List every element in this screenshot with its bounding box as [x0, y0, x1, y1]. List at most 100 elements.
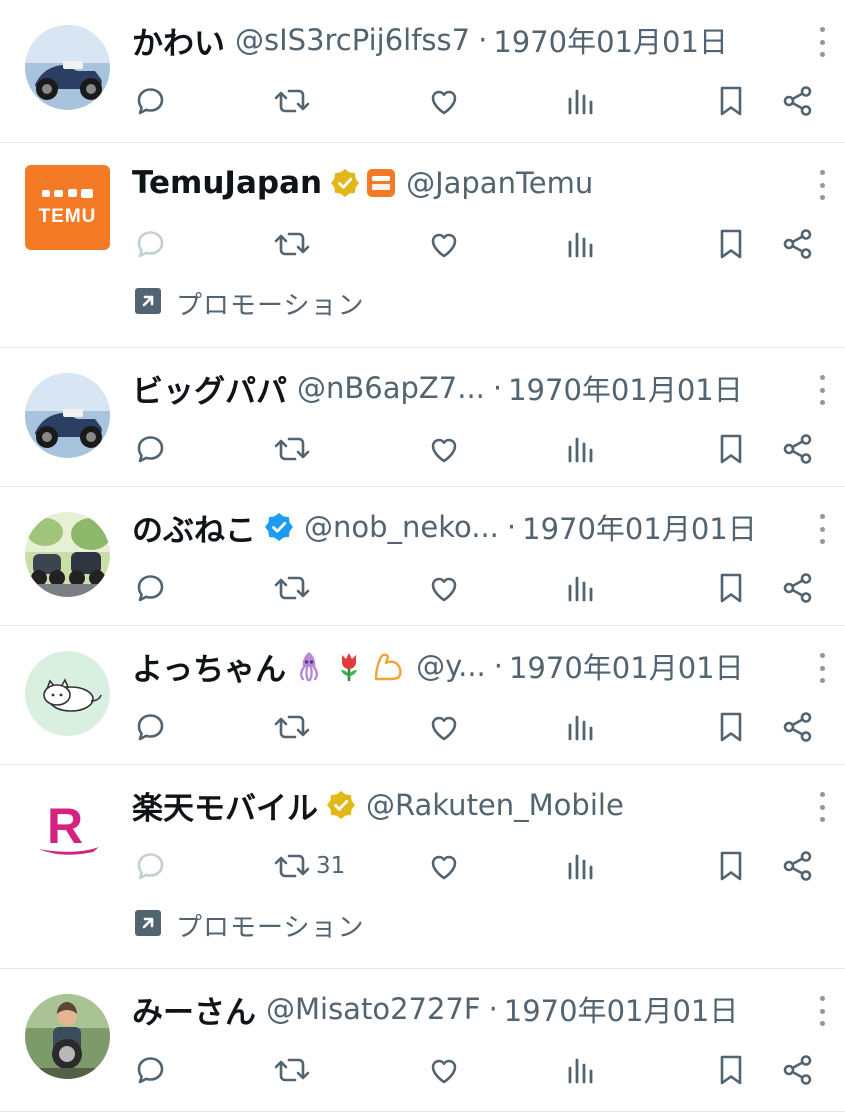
bookmark-button[interactable] — [714, 222, 748, 266]
views-button[interactable] — [564, 427, 598, 471]
tweet-item[interactable]: ビッグパパ @nB6apZ7... · 1970年01月01日 — [0, 348, 845, 487]
tweet-item[interactable]: R 楽天モバイル @Rakuten_Mobile 31 プロモーション — [0, 765, 845, 969]
views-button[interactable] — [564, 222, 598, 266]
reply-button[interactable] — [132, 79, 168, 123]
tweet-date[interactable]: 1970年01月01日 — [522, 506, 757, 548]
like-button[interactable] — [426, 844, 462, 888]
bookmark-button[interactable] — [714, 79, 748, 123]
like-button[interactable] — [426, 222, 462, 266]
share-icon — [780, 83, 816, 119]
share-icon — [780, 570, 816, 606]
views-button[interactable] — [564, 566, 598, 610]
share-button[interactable] — [780, 427, 816, 471]
tweet-item[interactable]: かわい @sIS3rcPij6lfss7 · 1970年01月01日 — [0, 0, 845, 143]
more-options-icon[interactable] — [815, 653, 829, 683]
retweet-button[interactable] — [272, 566, 312, 610]
motorcycle-avatar-icon[interactable] — [25, 25, 110, 110]
reply-button[interactable] — [132, 705, 168, 749]
reply-button[interactable] — [132, 844, 168, 888]
retweet-button[interactable] — [272, 427, 312, 471]
share-button[interactable] — [780, 844, 816, 888]
display-name[interactable]: 楽天モバイル — [132, 783, 318, 827]
display-name[interactable]: のぶねこ — [132, 505, 256, 549]
views-icon — [564, 83, 598, 119]
user-handle[interactable]: @JapanTemu — [406, 166, 593, 200]
promoted-label[interactable]: プロモーション — [134, 285, 364, 321]
motorcycle-avatar-icon[interactable] — [25, 373, 110, 458]
tweet-date[interactable]: 1970年01月01日 — [508, 367, 743, 409]
reply-button[interactable] — [132, 222, 168, 266]
retweet-button[interactable] — [272, 705, 312, 749]
tweet-item[interactable]: TEMU TemuJapan @JapanTemu プロモーション — [0, 143, 845, 348]
more-options-icon[interactable] — [815, 792, 829, 822]
display-name[interactable]: みーさん — [132, 987, 256, 1031]
share-button[interactable] — [780, 79, 816, 123]
tweet-header: かわい @sIS3rcPij6lfss7 · 1970年01月01日 — [132, 18, 785, 62]
reply-button[interactable] — [132, 1048, 168, 1092]
like-button[interactable] — [426, 427, 462, 471]
like-button[interactable] — [426, 566, 462, 610]
tweet-item[interactable]: みーさん @Misato2727F · 1970年01月01日 — [0, 969, 845, 1112]
gold-verified-badge-icon — [330, 168, 360, 198]
promoted-label[interactable]: プロモーション — [134, 907, 364, 943]
more-options-icon[interactable] — [815, 375, 829, 405]
tweet-date[interactable]: 1970年01月01日 — [509, 645, 744, 687]
retweet-button[interactable] — [272, 222, 312, 266]
tweet-date[interactable]: 1970年01月01日 — [504, 988, 739, 1030]
retweet-button[interactable]: 31 — [272, 844, 345, 888]
display-name[interactable]: ビッグパパ — [132, 366, 287, 410]
bookmark-button[interactable] — [714, 427, 748, 471]
tweet-item[interactable]: のぶねこ @nob_neko... · 1970年01月01日 — [0, 487, 845, 626]
reply-button[interactable] — [132, 566, 168, 610]
display-name[interactable]: TemuJapan — [132, 165, 322, 201]
separator-dot: · — [493, 649, 503, 683]
tweet-actions — [132, 427, 825, 471]
display-name[interactable]: かわい — [132, 18, 225, 62]
more-options-icon[interactable] — [815, 27, 829, 57]
more-options-icon[interactable] — [815, 170, 829, 200]
tweet-actions — [132, 1048, 825, 1092]
like-button[interactable] — [426, 1048, 462, 1092]
views-button[interactable] — [564, 844, 598, 888]
user-handle[interactable]: @nB6apZ7... — [297, 371, 485, 405]
tweet-item[interactable]: よっちゃん @y... · 1970年01月01日 — [0, 626, 845, 765]
views-button[interactable] — [564, 79, 598, 123]
more-options-icon[interactable] — [815, 514, 829, 544]
user-handle[interactable]: @Rakuten_Mobile — [366, 788, 624, 822]
user-handle[interactable]: @y... — [416, 649, 486, 683]
retweet-icon — [272, 709, 312, 745]
views-button[interactable] — [564, 1048, 598, 1092]
person-motorcycle-avatar-icon[interactable] — [25, 994, 110, 1079]
bookmark-button[interactable] — [714, 1048, 748, 1092]
user-handle[interactable]: @Misato2727F — [266, 992, 481, 1026]
retweet-button[interactable] — [272, 1048, 312, 1092]
riders-avatar-icon[interactable] — [25, 512, 110, 597]
promoted-text: プロモーション — [176, 912, 365, 943]
cat-avatar-icon[interactable] — [25, 651, 110, 736]
bookmark-button[interactable] — [714, 705, 748, 749]
share-button[interactable] — [780, 222, 816, 266]
tweet-date[interactable]: 1970年01月01日 — [493, 19, 728, 61]
reply-icon — [132, 83, 168, 119]
rakuten-logo-avatar-icon[interactable]: R — [25, 787, 110, 872]
views-icon — [564, 848, 598, 884]
share-button[interactable] — [780, 1048, 816, 1092]
more-options-icon[interactable] — [815, 996, 829, 1026]
share-button[interactable] — [780, 705, 816, 749]
bookmark-button[interactable] — [714, 844, 748, 888]
views-button[interactable] — [564, 705, 598, 749]
bookmark-button[interactable] — [714, 566, 748, 610]
separator-dot: · — [492, 371, 503, 405]
temu-logo-avatar-icon[interactable]: TEMU — [25, 165, 110, 250]
tweet-header: TemuJapan @JapanTemu — [132, 161, 785, 205]
like-icon — [426, 848, 462, 884]
display-name[interactable]: よっちゃん — [132, 644, 286, 688]
retweet-button[interactable] — [272, 79, 312, 123]
like-button[interactable] — [426, 79, 462, 123]
share-button[interactable] — [780, 566, 816, 610]
reply-button[interactable] — [132, 427, 168, 471]
like-button[interactable] — [426, 705, 462, 749]
user-handle[interactable]: @sIS3rcPij6lfss7 — [235, 23, 470, 57]
reply-icon — [132, 1052, 168, 1088]
user-handle[interactable]: @nob_neko... — [304, 510, 499, 544]
